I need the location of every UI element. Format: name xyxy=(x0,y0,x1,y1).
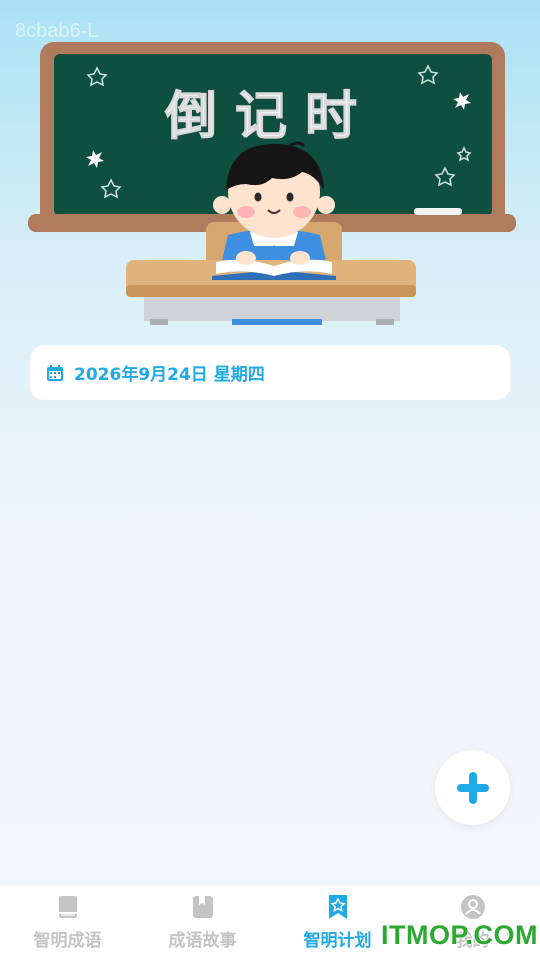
tab-idiom-stories[interactable]: 成语故事 xyxy=(135,885,270,960)
date-card: 2026年9月24日 星期四 xyxy=(30,345,510,400)
site-watermark: ITMOP.COM xyxy=(381,920,539,950)
calendar-icon xyxy=(47,364,63,381)
user-icon xyxy=(460,895,485,919)
tab-label: 成语故事 xyxy=(168,931,237,951)
tab-label: 智明成语 xyxy=(33,931,102,951)
tab-idioms[interactable]: 智明成语 xyxy=(0,885,135,960)
bookmark-book-icon xyxy=(192,896,213,918)
star-bookmark-icon xyxy=(328,895,347,919)
book-icon xyxy=(58,896,77,918)
plus-icon xyxy=(456,771,489,804)
blackboard-title: 倒记时 xyxy=(164,87,375,147)
add-plan-button[interactable] xyxy=(435,750,510,825)
hero-illustration: 倒记时 xyxy=(28,42,516,325)
tab-label: 智明计划 xyxy=(303,931,372,951)
date-text: 2026年9月24日 星期四 xyxy=(74,365,265,385)
